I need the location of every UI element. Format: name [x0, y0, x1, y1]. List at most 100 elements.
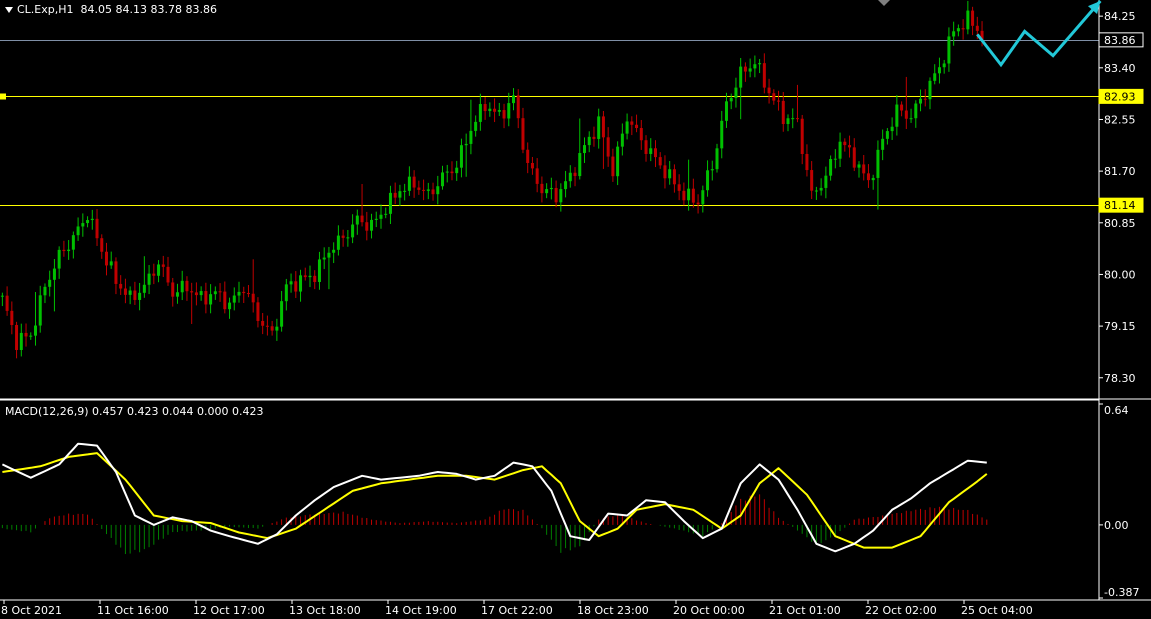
candle — [549, 177, 553, 200]
candle — [630, 116, 634, 136]
level-handle — [0, 93, 6, 100]
candle-body — [412, 176, 416, 188]
candle-body — [317, 259, 321, 282]
candle-body — [956, 28, 960, 32]
candle-body — [62, 249, 66, 252]
candle — [710, 160, 714, 181]
candle — [76, 217, 80, 241]
candle — [483, 97, 487, 120]
candle-body — [5, 295, 9, 311]
candle-body — [521, 118, 525, 150]
level-price-tag-label: 82.93 — [1104, 90, 1136, 103]
candle — [445, 164, 449, 183]
candle — [261, 313, 265, 335]
candle — [322, 247, 326, 270]
candle — [649, 138, 653, 162]
candle-body — [933, 73, 937, 81]
candle-body — [682, 190, 686, 201]
candle — [687, 159, 691, 211]
candle-body — [493, 108, 497, 112]
candle — [237, 281, 241, 303]
candle-body — [38, 295, 42, 326]
candle-body — [180, 280, 184, 293]
candle — [871, 174, 875, 190]
candle — [175, 283, 179, 304]
candle — [800, 114, 804, 165]
candle-body — [587, 136, 591, 146]
candle — [852, 138, 856, 172]
candle-body — [952, 31, 956, 37]
candle — [341, 229, 345, 247]
candle-body — [398, 191, 402, 198]
candle — [672, 164, 676, 193]
chart-shift-marker-icon — [878, 0, 890, 6]
candle-body — [573, 172, 577, 177]
candle — [516, 89, 520, 129]
candle-body — [237, 291, 241, 296]
candle — [128, 286, 132, 305]
candle — [535, 158, 539, 193]
candle-body — [639, 128, 643, 141]
candle-body — [185, 280, 189, 292]
candle — [933, 64, 937, 85]
candle — [616, 141, 620, 186]
candle — [327, 246, 331, 290]
candle — [351, 214, 355, 244]
candle — [455, 160, 459, 181]
candle-body — [852, 147, 856, 168]
candle — [48, 270, 52, 297]
candle — [895, 95, 899, 136]
macd-main-line — [1, 442, 987, 553]
candle — [204, 282, 208, 314]
chart-canvas[interactable]: 84.25 83.40 82.55 81.70 80.85 80.00 79.15 78.30… — [0, 0, 1151, 619]
candle — [24, 323, 28, 347]
candle — [701, 185, 705, 213]
candle — [530, 156, 534, 175]
candle — [436, 175, 440, 205]
candle-body — [923, 98, 927, 100]
candle — [223, 281, 227, 314]
candle — [805, 144, 809, 177]
candle — [625, 113, 629, 140]
candle — [762, 53, 766, 94]
candle — [86, 216, 90, 228]
candle — [488, 102, 492, 117]
time-tick-label: 18 Oct 23:00 — [577, 604, 649, 617]
candle — [0, 292, 4, 307]
candle — [909, 108, 913, 123]
candle — [758, 59, 762, 74]
candle-body — [824, 175, 828, 188]
candle-body — [403, 190, 407, 192]
candle — [866, 164, 870, 188]
candle-body — [961, 28, 965, 30]
candle — [336, 225, 340, 256]
candle-body — [791, 118, 795, 120]
candle — [606, 127, 610, 167]
candle — [57, 246, 61, 279]
candle-body — [819, 187, 823, 191]
price-tick-label: 81.70 — [1104, 165, 1136, 178]
candle-body — [881, 138, 885, 150]
candle — [275, 318, 279, 341]
candle — [521, 107, 525, 154]
candle — [502, 103, 506, 129]
candle-body — [795, 118, 799, 120]
candle — [422, 179, 426, 201]
candle — [767, 78, 771, 104]
candle-body — [478, 104, 482, 122]
candle — [303, 267, 307, 281]
candle-body — [890, 126, 894, 132]
candle — [407, 166, 411, 196]
candle — [559, 183, 563, 212]
candle-body — [568, 172, 572, 182]
candle — [166, 256, 170, 286]
candle — [346, 229, 350, 247]
candle-body — [975, 25, 979, 31]
candle — [426, 182, 430, 200]
candle-body — [171, 282, 175, 297]
candle — [848, 135, 852, 158]
candle-body — [739, 66, 743, 88]
candle-body — [436, 186, 440, 195]
time-tick-label: 21 Oct 01:00 — [769, 604, 841, 617]
candle — [67, 240, 71, 260]
